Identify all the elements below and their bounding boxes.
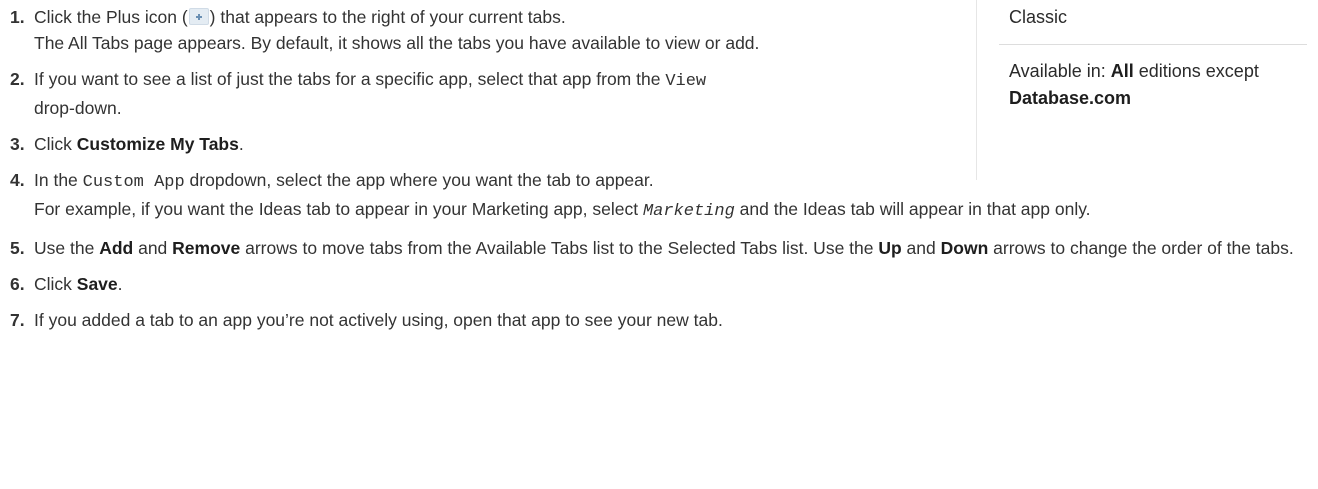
step-text: dropdown, select the app where you want … — [184, 170, 654, 190]
step-number: 2. — [10, 69, 25, 89]
step-subtext: For example, if you want the Ideas tab t… — [34, 196, 1304, 225]
step-text: In the — [34, 170, 83, 190]
step-number: 7. — [10, 310, 25, 330]
availability-middle: editions except — [1133, 61, 1259, 81]
step-text: . — [117, 274, 123, 294]
step-number: 3. — [10, 134, 25, 154]
step-text: . — [238, 134, 244, 154]
step-text: and — [133, 238, 173, 258]
step-text: Use the — [34, 238, 100, 258]
step-text: If you added a tab to an app you’re not … — [34, 310, 723, 330]
code-text: Marketing — [642, 202, 735, 221]
step-1: 1. Click the Plus icon ( ) that appears t… — [0, 4, 774, 56]
step-6: 6. Click Save. — [0, 271, 1304, 297]
ui-label: Up — [878, 238, 902, 258]
availability-exception: Database.com — [1009, 88, 1132, 108]
step-text: If you want to see a list of just the ta… — [34, 69, 666, 89]
sidebar-divider — [999, 44, 1307, 45]
step-number: 6. — [10, 274, 25, 294]
step-7: 7. If you added a tab to an app you’re n… — [0, 307, 1304, 333]
step-text: arrows to move tabs from the Available T… — [240, 238, 879, 258]
step-2: 2. If you want to see a list of just the… — [0, 66, 734, 121]
ui-label: Customize My Tabs — [76, 134, 239, 154]
step-subtext-part: and the Ideas tab will appear in that ap… — [734, 199, 1091, 219]
step-number: 1. — [10, 7, 25, 27]
step-subtext: The All Tabs page appears. By default, i… — [34, 33, 760, 53]
edition-sidebar: Classic Available in: All editions excep… — [976, 0, 1307, 180]
ui-label: Save — [76, 274, 118, 294]
step-5: 5. Use the Add and Remove arrows to move… — [0, 235, 1304, 261]
availability-edition: All — [1110, 61, 1134, 81]
step-text: and — [901, 238, 941, 258]
ui-label: Remove — [172, 238, 241, 258]
availability-prefix: Available in: — [1009, 61, 1111, 81]
code-text: View — [665, 72, 707, 91]
code-text: Custom App — [82, 173, 185, 192]
step-text: arrows to change the order of the tabs. — [988, 238, 1294, 258]
plus-icon — [188, 8, 209, 25]
step-text: drop-down. — [34, 98, 122, 118]
step-text: ) that appears to the right of your curr… — [209, 7, 566, 27]
ui-label: Add — [99, 238, 134, 258]
step-text: Click the Plus icon ( — [34, 7, 188, 27]
step-text: Click — [34, 274, 77, 294]
ui-label: Down — [940, 238, 989, 258]
step-number: 5. — [10, 238, 25, 258]
availability-text: Available in: All editions except Databa… — [1009, 58, 1299, 112]
step-subtext-part: For example, if you want the Ideas tab t… — [34, 199, 643, 219]
sidebar-title: Classic — [1009, 7, 1068, 27]
step-text: Click — [34, 134, 77, 154]
step-number: 4. — [10, 170, 25, 190]
